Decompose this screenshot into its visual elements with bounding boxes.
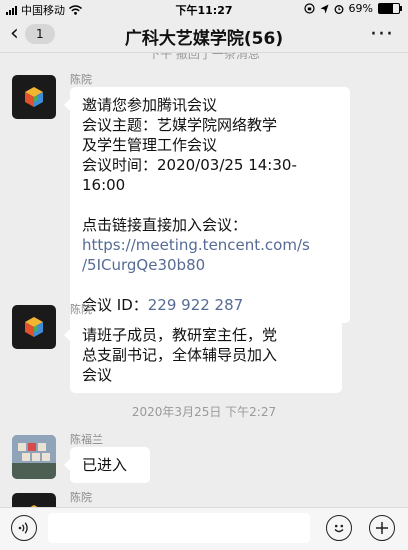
system-notice: 下午 撤回了一条消息 bbox=[148, 53, 260, 61]
love-photo-avatar-icon bbox=[12, 435, 56, 479]
back-button[interactable]: ‹ 1 bbox=[10, 21, 55, 46]
sender-name: 陈院 bbox=[70, 73, 92, 86]
message-line: 会议主题：艺媒学院网络教学 bbox=[82, 116, 278, 134]
unread-badge: 1 bbox=[24, 24, 55, 44]
chevron-left-icon: ‹ bbox=[10, 21, 19, 46]
status-bar: 中国移动 下午11:27 69% bbox=[0, 0, 408, 18]
message-line: 及学生管理工作会议 bbox=[82, 136, 218, 154]
chat-messages[interactable]: 下午 撤回了一条消息 陈院 邀请您参加腾讯会议 会议主题：艺媒学院网络教学 及学… bbox=[0, 53, 408, 507]
meeting-id-line: 会议 ID：229 922 287 bbox=[82, 295, 338, 315]
cube-logo-icon bbox=[30, 505, 38, 507]
avatar[interactable] bbox=[12, 305, 56, 349]
emoji-icon bbox=[334, 524, 344, 533]
sender-name: 陈福兰 bbox=[70, 433, 103, 446]
chat-timestamp: 2020年3月25日 下午2:27 bbox=[131, 405, 277, 419]
avatar[interactable] bbox=[12, 435, 56, 479]
sender-name: 陈院 bbox=[70, 491, 92, 504]
message-line: 邀请您参加腾讯会议 bbox=[82, 96, 218, 114]
battery-icon bbox=[378, 3, 402, 14]
battery-level bbox=[379, 4, 393, 13]
message-line: 请班子成员，教研室主任，党 bbox=[82, 326, 278, 344]
cube-logo-icon bbox=[25, 87, 43, 107]
more-button[interactable]: ··· bbox=[370, 22, 394, 47]
meeting-id-value[interactable]: 229 922 287 bbox=[148, 296, 243, 314]
voice-button[interactable] bbox=[11, 515, 37, 541]
message-line: 会议时间：2020/03/25 14:30- bbox=[82, 156, 297, 174]
message-line: 总支副书记，全体辅导员加入 bbox=[82, 346, 278, 364]
nav-bar: ‹ 1 广科大艺媒学院(56) ··· bbox=[0, 18, 408, 53]
location-icon bbox=[320, 4, 329, 13]
battery-percent: 69% bbox=[348, 2, 373, 15]
message-bubble[interactable]: 已进入 bbox=[64, 447, 150, 483]
message-line: 点击链接直接加入会议： bbox=[82, 216, 248, 234]
emoji-button[interactable] bbox=[326, 515, 352, 541]
meeting-link[interactable]: https://meeting.tencent.com/s bbox=[82, 235, 338, 255]
message-line: 已进入 bbox=[82, 456, 128, 474]
status-right: 69% bbox=[303, 2, 402, 15]
alarm-icon bbox=[334, 4, 343, 14]
message-input[interactable] bbox=[48, 513, 310, 543]
sender-name: 陈院 bbox=[70, 303, 92, 316]
avatar[interactable] bbox=[12, 75, 56, 119]
avatar[interactable] bbox=[12, 493, 56, 507]
message-line: 16:00 bbox=[82, 176, 126, 194]
plus-icon bbox=[376, 522, 388, 534]
message-bubble[interactable]: 邀请您参加腾讯会议 会议主题：艺媒学院网络教学 及学生管理工作会议 会议时间：2… bbox=[64, 87, 350, 323]
orientation-lock-icon bbox=[303, 3, 315, 14]
message-line: 会议 bbox=[82, 366, 113, 384]
cube-logo-icon bbox=[25, 317, 43, 337]
plus-button[interactable] bbox=[369, 515, 395, 541]
chat-title: 广科大艺媒学院(56) bbox=[124, 29, 284, 49]
meeting-link[interactable]: /5ICurgQe30b80 bbox=[82, 255, 338, 275]
voice-icon bbox=[18, 522, 28, 534]
message-bubble[interactable]: 请班子成员，教研室主任，党 总支副书记，全体辅导员加入 会议 bbox=[64, 317, 342, 393]
input-bar bbox=[0, 507, 408, 550]
